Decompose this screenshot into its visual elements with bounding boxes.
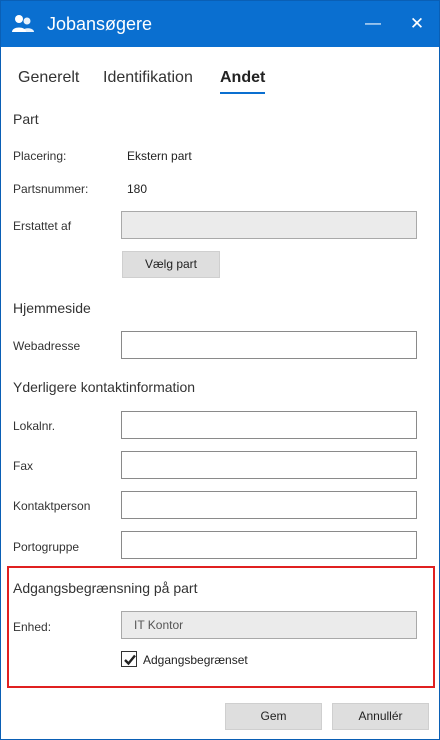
checkmark-icon bbox=[124, 654, 136, 666]
lokalnr-label: Lokalnr. bbox=[13, 419, 56, 433]
enhed-label: Enhed: bbox=[13, 620, 52, 634]
tab-andet[interactable]: Andet bbox=[220, 69, 266, 94]
erstattet-af-field bbox=[121, 211, 417, 239]
dialog-window: Jobansøgere — ✕ Generelt Identifikation … bbox=[0, 0, 440, 740]
placering-label: Placering: bbox=[13, 149, 67, 163]
title-bar[interactable]: Jobansøgere — ✕ bbox=[1, 1, 439, 47]
choose-part-button[interactable]: Vælg part bbox=[122, 251, 220, 278]
enhed-field: IT Kontor bbox=[121, 611, 417, 639]
enhed-value: IT Kontor bbox=[134, 618, 184, 632]
adgangsbegraenset-checkbox[interactable] bbox=[121, 651, 137, 667]
kontaktperson-label: Kontaktperson bbox=[13, 499, 91, 513]
save-button[interactable]: Gem bbox=[225, 703, 322, 730]
partsnummer-value: 180 bbox=[127, 182, 148, 196]
erstattet-af-label: Erstattet af bbox=[13, 219, 72, 233]
section-heading-part: Part bbox=[13, 111, 39, 127]
cancel-button[interactable]: Annullér bbox=[332, 703, 429, 730]
webadresse-input[interactable] bbox=[121, 331, 417, 359]
kontaktperson-input[interactable] bbox=[121, 491, 417, 519]
section-heading-hjemmeside: Hjemmeside bbox=[13, 300, 91, 316]
webadresse-label: Webadresse bbox=[13, 339, 81, 353]
partsnummer-label: Partsnummer: bbox=[13, 182, 89, 196]
window-title: Jobansøgere bbox=[47, 14, 153, 34]
fax-label: Fax bbox=[13, 459, 34, 473]
tab-generelt[interactable]: Generelt bbox=[18, 69, 79, 92]
lokalnr-input[interactable] bbox=[121, 411, 417, 439]
adgangsbegraenset-label[interactable]: Adgangsbegrænset bbox=[143, 653, 248, 667]
portogruppe-input[interactable] bbox=[121, 531, 417, 559]
minimize-button[interactable]: — bbox=[361, 13, 385, 35]
close-button[interactable]: ✕ bbox=[405, 13, 429, 35]
group-people-icon bbox=[11, 12, 35, 36]
placering-value: Ekstern part bbox=[127, 149, 192, 163]
tab-identifikation[interactable]: Identifikation bbox=[103, 69, 193, 92]
section-heading-kontakt: Yderligere kontaktinformation bbox=[13, 379, 196, 395]
fax-input[interactable] bbox=[121, 451, 417, 479]
portogruppe-label: Portogruppe bbox=[13, 540, 80, 554]
section-heading-adgang: Adgangsbegrænsning på part bbox=[13, 580, 198, 596]
